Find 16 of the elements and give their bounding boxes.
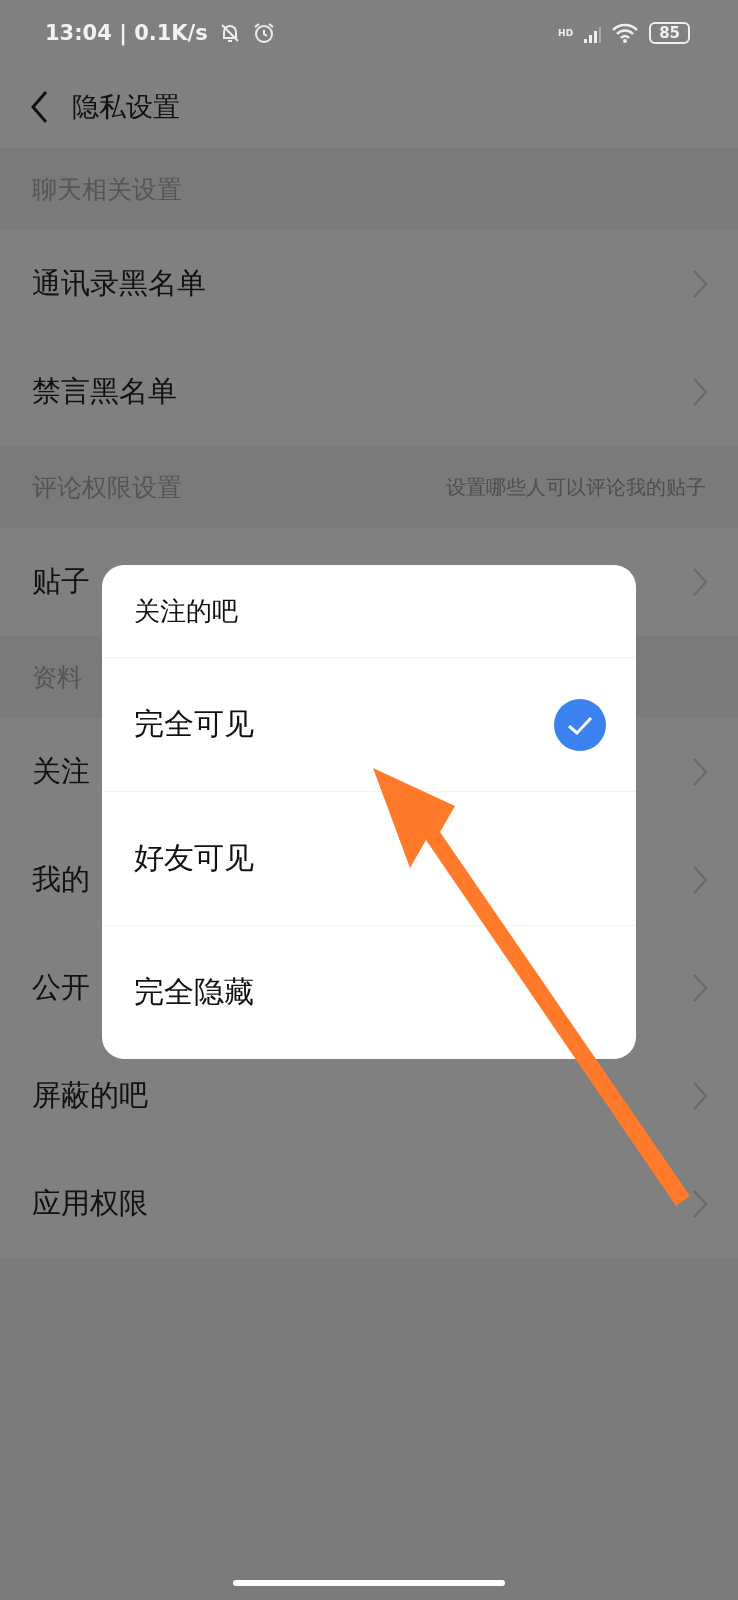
option-label: 完全隐藏: [134, 973, 254, 1011]
battery-level: 85: [649, 22, 690, 44]
option-label: 完全可见: [134, 705, 254, 743]
network-type: HD: [558, 28, 574, 38]
row-label: 我的: [32, 861, 90, 898]
dialog-title: 关注的吧: [102, 565, 636, 658]
row-label: 禁言黑名单: [32, 373, 177, 410]
row-label: 关注: [32, 753, 90, 790]
row-label: 公开: [32, 969, 90, 1006]
row-label: 屏蔽的吧: [32, 1077, 148, 1114]
row-label: 通讯录黑名单: [32, 265, 206, 302]
status-time: 13:04 | 0.1K/s: [45, 21, 208, 45]
option-label: 好友可见: [134, 839, 254, 877]
row-label: 贴子: [32, 563, 90, 600]
row-label: 应用权限: [32, 1185, 148, 1222]
page-title: 隐私设置: [72, 90, 180, 124]
